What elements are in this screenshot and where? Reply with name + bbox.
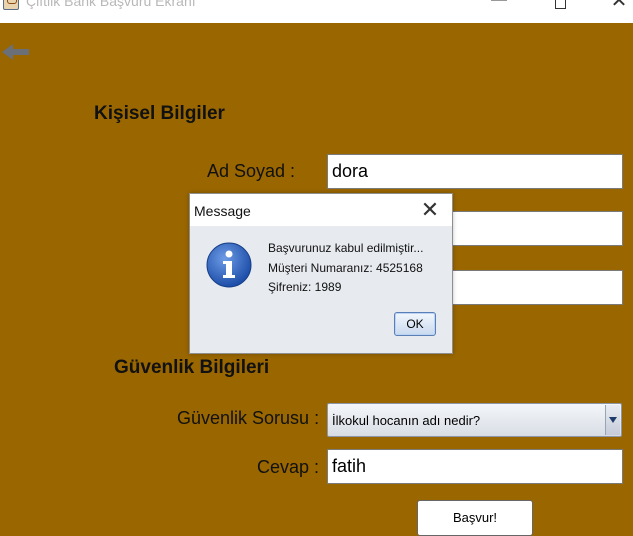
java-cup-icon — [3, 0, 19, 10]
answer-label: Cevap : — [257, 457, 320, 477]
security-info-heading: Güvenlik Bilgileri — [114, 357, 270, 378]
dialog-message-line1: Başvurunuz kabul edilmiştir... — [268, 241, 424, 255]
window-title: Çiftlik Bank Başvuru Ekranı — [26, 0, 196, 9]
dialog-title-bar: Message ✕ — [190, 194, 452, 226]
dialog-title: Message — [194, 203, 251, 219]
window-title-bar: Çiftlik Bank Başvuru Ekranı — ✕ — [0, 0, 633, 23]
back-arrow-icon[interactable] — [2, 42, 30, 62]
minimize-button[interactable]: — — [484, 0, 514, 9]
apply-button[interactable]: Başvur! — [417, 500, 533, 536]
close-window-button[interactable]: ✕ — [604, 0, 633, 13]
ok-button[interactable]: OK — [394, 312, 436, 336]
name-field[interactable]: dora — [327, 154, 623, 189]
dialog-message-line2: Müşteri Numaranız: 4525168 — [268, 261, 423, 275]
security-question-dropdown[interactable]: İlkokul hocanın adı nedir? — [327, 403, 622, 437]
answer-field[interactable]: fatih — [327, 449, 623, 484]
security-question-label: Güvenlik Sorusu : — [177, 408, 320, 428]
message-dialog: Message ✕ Başvurunuz kabul edilmiştir...… — [189, 193, 453, 354]
dialog-message-line3: Şifreniz: 1989 — [268, 280, 342, 294]
security-question-selected: İlkokul hocanın adı nedir? — [332, 413, 481, 428]
information-icon — [206, 242, 252, 288]
dialog-close-button[interactable]: ✕ — [416, 197, 444, 223]
dropdown-arrow-icon[interactable] — [605, 405, 620, 435]
personal-info-heading: Kişisel Bilgiler — [94, 103, 225, 124]
name-label: Ad Soyad : — [207, 161, 296, 181]
